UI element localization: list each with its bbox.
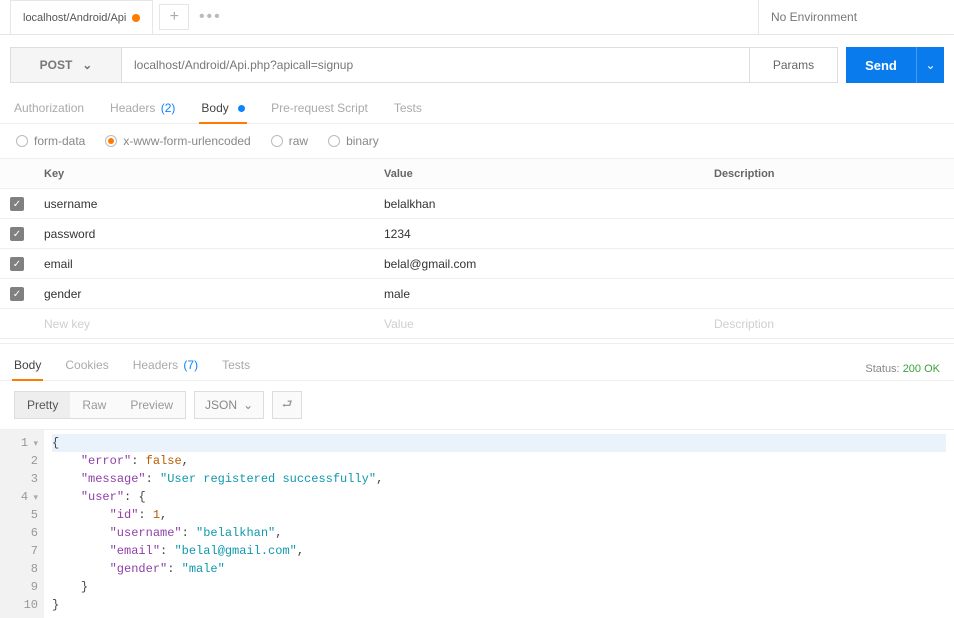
seg-label: Pretty — [27, 398, 58, 412]
bodytype-urlencoded[interactable]: x-www-form-urlencoded — [105, 134, 250, 148]
headers-count: (2) — [161, 101, 176, 115]
radio-icon — [16, 135, 28, 147]
body-modified-indicator-icon — [238, 105, 245, 112]
params-label: Params — [773, 58, 814, 72]
tab-body[interactable]: Body — [201, 101, 245, 123]
tab-label: Body — [14, 358, 41, 372]
status-code: 200 OK — [903, 363, 940, 375]
response-body: 1 2 3 4 5 6 7 8 9 10 { "error": false, "… — [0, 429, 954, 618]
param-key[interactable]: email — [34, 257, 374, 271]
radio-label: binary — [346, 134, 379, 148]
radio-icon — [105, 135, 117, 147]
param-value[interactable]: male — [374, 287, 704, 301]
radio-label: x-www-form-urlencoded — [123, 134, 250, 148]
resp-tab-tests[interactable]: Tests — [222, 358, 250, 380]
seg-label: Preview — [130, 398, 173, 412]
request-tab[interactable]: localhost/Android/Api — [10, 0, 153, 34]
tab-headers[interactable]: Headers (2) — [110, 101, 175, 123]
view-pretty[interactable]: Pretty — [15, 392, 70, 418]
headers-count: (7) — [183, 358, 198, 372]
row-checkbox[interactable]: ✓ — [10, 227, 24, 241]
param-value[interactable]: belalkhan — [374, 197, 704, 211]
tab-label: Headers — [133, 358, 178, 372]
tab-label: Cookies — [65, 358, 108, 372]
url-input[interactable]: localhost/Android/Api.php?apicall=signup — [122, 47, 750, 83]
view-raw[interactable]: Raw — [70, 392, 118, 418]
bodytype-raw[interactable]: raw — [271, 134, 308, 148]
new-value-input[interactable]: Value — [374, 317, 704, 331]
method-label: POST — [40, 58, 73, 72]
tab-label: Headers — [110, 101, 155, 115]
format-select[interactable]: JSON ⌄ — [194, 391, 264, 419]
format-label: JSON — [205, 398, 237, 412]
response-status: Status: 200 OK — [865, 363, 940, 375]
send-label: Send — [865, 58, 897, 73]
col-key: Key — [34, 168, 374, 180]
wrap-lines-button[interactable]: ⮐ — [272, 391, 302, 419]
new-key-input[interactable]: New key — [34, 317, 374, 331]
param-key[interactable]: password — [34, 227, 374, 241]
method-select[interactable]: POST ⌄ — [10, 47, 122, 83]
tab-label: Pre-request Script — [271, 101, 368, 115]
param-value[interactable]: belal@gmail.com — [374, 257, 704, 271]
resp-tab-headers[interactable]: Headers (7) — [133, 358, 198, 380]
tab-label: Authorization — [14, 101, 84, 115]
environment-label: No Environment — [771, 10, 857, 24]
param-value[interactable]: 1234 — [374, 227, 704, 241]
radio-label: form-data — [34, 134, 85, 148]
table-row: ✓ password1234 — [0, 219, 954, 249]
send-button[interactable]: Send — [846, 47, 916, 83]
tab-prerequest[interactable]: Pre-request Script — [271, 101, 368, 123]
seg-label: Raw — [82, 398, 106, 412]
bodytype-binary[interactable]: binary — [328, 134, 379, 148]
resp-tab-cookies[interactable]: Cookies — [65, 358, 108, 380]
url-value: localhost/Android/Api.php?apicall=signup — [134, 58, 353, 72]
tab-authorization[interactable]: Authorization — [14, 101, 84, 123]
tab-tests[interactable]: Tests — [394, 101, 422, 123]
resp-tab-body[interactable]: Body — [14, 358, 41, 380]
chevron-down-icon: ⌄ — [925, 58, 935, 72]
bodytype-formdata[interactable]: form-data — [16, 134, 85, 148]
tab-label: Tests — [394, 101, 422, 115]
line-gutter: 1 2 3 4 5 6 7 8 9 10 — [0, 430, 44, 618]
radio-icon — [328, 135, 340, 147]
send-dropdown[interactable]: ⌄ — [916, 47, 944, 83]
new-tab-button[interactable]: + — [159, 4, 189, 30]
chevron-down-icon: ⌄ — [243, 398, 253, 412]
table-row: ✓ emailbelal@gmail.com — [0, 249, 954, 279]
tab-label: Body — [201, 101, 228, 115]
code-content[interactable]: { "error": false, "message": "User regis… — [44, 430, 954, 618]
param-key[interactable]: gender — [34, 287, 374, 301]
view-preview[interactable]: Preview — [118, 392, 185, 418]
tab-overflow-button[interactable]: ••• — [195, 4, 225, 30]
new-desc-input[interactable]: Description — [704, 317, 954, 331]
table-row: ✓ gendermale — [0, 279, 954, 309]
view-mode-segment: Pretty Raw Preview — [14, 391, 186, 419]
chevron-down-icon: ⌄ — [82, 58, 92, 72]
params-button[interactable]: Params — [750, 47, 838, 83]
radio-label: raw — [289, 134, 308, 148]
tab-title: localhost/Android/Api — [23, 12, 126, 24]
wrap-icon: ⮐ — [282, 395, 293, 416]
status-label: Status: — [865, 363, 899, 375]
environment-select[interactable]: No Environment — [758, 0, 954, 34]
row-checkbox[interactable]: ✓ — [10, 197, 24, 211]
radio-icon — [271, 135, 283, 147]
tab-label: Tests — [222, 358, 250, 372]
row-checkbox[interactable]: ✓ — [10, 287, 24, 301]
param-key[interactable]: username — [34, 197, 374, 211]
unsaved-indicator-icon — [132, 14, 140, 22]
params-table: Key Value Description ✓ usernamebelalkhan… — [0, 158, 954, 339]
table-row: ✓ usernamebelalkhan — [0, 189, 954, 219]
row-checkbox[interactable]: ✓ — [10, 257, 24, 271]
col-desc: Description — [704, 168, 954, 180]
col-value: Value — [374, 168, 704, 180]
